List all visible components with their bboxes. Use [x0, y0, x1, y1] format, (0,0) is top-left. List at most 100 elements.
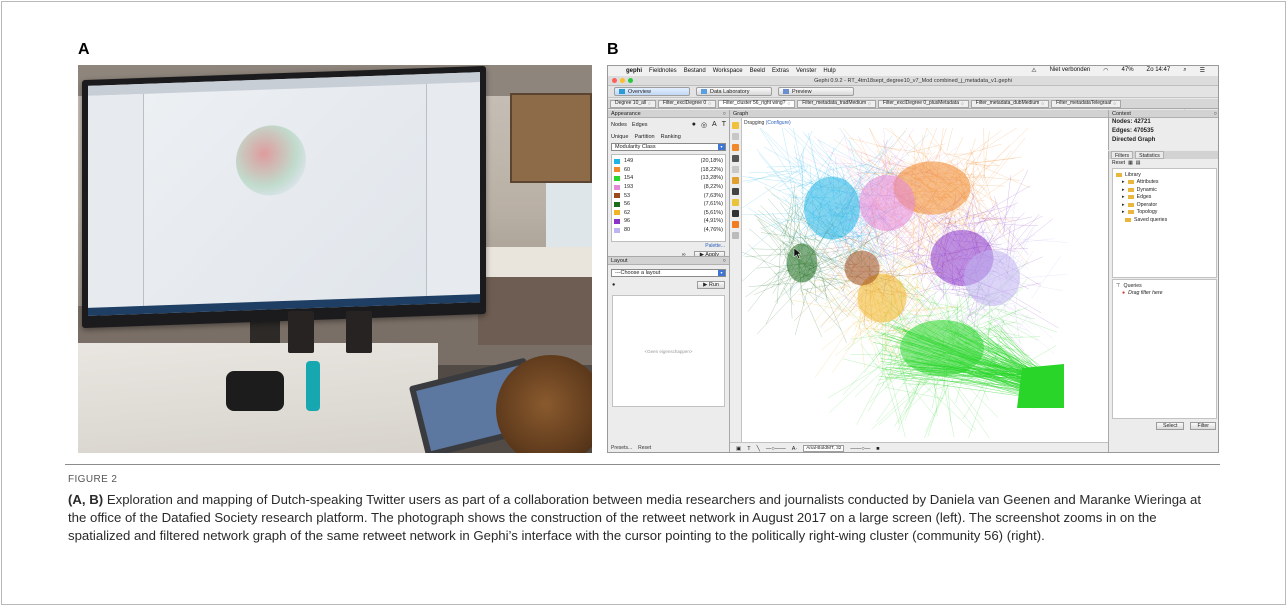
partition-swatch[interactable]: [614, 210, 620, 216]
tab-edges[interactable]: Edges: [632, 122, 648, 128]
color-palette-icon[interactable]: ●: [692, 121, 696, 129]
library-root[interactable]: Library: [1116, 171, 1213, 179]
workspace-tab[interactable]: Filter_metadata_dubMedium ○: [970, 99, 1050, 108]
text-label-icon[interactable]: T: [747, 446, 750, 452]
chevron-right-icon[interactable]: ▸: [1122, 202, 1125, 208]
size-icon[interactable]: ◎: [701, 121, 707, 129]
connection-status[interactable]: Niet verbonden: [1050, 67, 1091, 74]
chevron-right-icon[interactable]: ▸: [1122, 209, 1125, 215]
network-cluster-53[interactable]: [844, 250, 880, 286]
brush-tool-icon[interactable]: [732, 155, 739, 162]
library-category[interactable]: ▸ Operator: [1116, 201, 1213, 209]
font-field[interactable]: Arial-BoldMT, 32: [803, 445, 845, 452]
edge-weight-icon[interactable]: ╲: [757, 446, 760, 452]
menu-beeld[interactable]: Beeld: [750, 68, 765, 74]
drag-tool-icon[interactable]: [732, 144, 739, 151]
partition-swatch[interactable]: [614, 175, 620, 181]
partition-swatch[interactable]: [614, 184, 620, 190]
partition-swatch[interactable]: [614, 201, 620, 207]
partition-row[interactable]: 60 (18,22%): [614, 166, 723, 175]
screenshot-icon[interactable]: ▣: [736, 446, 741, 452]
close-tab-icon[interactable]: ○: [868, 100, 871, 107]
network-graph[interactable]: [742, 128, 1108, 438]
partition-row[interactable]: 80 (4,76%): [614, 226, 723, 235]
menu-bestand[interactable]: Bestand: [684, 68, 706, 74]
search-icon[interactable]: ⌕: [1183, 67, 1186, 74]
workspace-tab-active[interactable]: Filter_cluster 56_right wing? ○: [717, 99, 796, 108]
wifi-icon[interactable]: ◠: [1103, 67, 1108, 74]
network-cluster-193[interactable]: [859, 175, 915, 231]
network-cluster-80[interactable]: [964, 250, 1020, 306]
partition-swatch[interactable]: [614, 218, 620, 224]
chevron-right-icon[interactable]: ▸: [1122, 179, 1125, 185]
painter-tool-icon[interactable]: [732, 177, 739, 184]
layout-reset-button[interactable]: Reset: [638, 445, 651, 451]
partition-row[interactable]: 56 (7,61%): [614, 200, 723, 209]
partition-swatch[interactable]: [614, 193, 620, 199]
chevron-right-icon[interactable]: ▸: [1122, 187, 1125, 193]
font-size-icon[interactable]: A·: [792, 446, 798, 452]
size-tool-icon[interactable]: [732, 166, 739, 173]
close-tab-icon[interactable]: ○: [648, 100, 651, 107]
label-size-slider-icon[interactable]: ——○—: [850, 446, 870, 452]
library-category[interactable]: ▸ Dynamic: [1116, 186, 1213, 194]
chevron-right-icon[interactable]: ▸: [1122, 194, 1125, 200]
library-category[interactable]: ▸ Topology: [1116, 209, 1213, 217]
minimize-window-icon[interactable]: [620, 78, 625, 83]
tab-unique[interactable]: Unique: [611, 134, 628, 140]
partition-row[interactable]: 154 (13,28%): [614, 174, 723, 183]
partition-row[interactable]: 62 (5,61%): [614, 209, 723, 218]
network-cluster-154[interactable]: [900, 320, 984, 376]
menu-app-name[interactable]: gephi: [626, 68, 642, 74]
menu-hulp[interactable]: Hulp: [823, 68, 835, 74]
tab-statistics[interactable]: Statistics: [1135, 151, 1164, 159]
partition-swatch[interactable]: [614, 158, 620, 164]
partition-swatch[interactable]: [614, 227, 620, 233]
tab-nodes[interactable]: Nodes: [611, 122, 627, 128]
menu-workspace[interactable]: Workspace: [713, 68, 743, 74]
menu-list-icon[interactable]: ☰: [1200, 67, 1205, 74]
grid-icon[interactable]: ▤: [1136, 160, 1141, 166]
overview-mode-button[interactable]: Overview: [614, 87, 690, 96]
partition-row[interactable]: 96 (4,91%): [614, 217, 723, 226]
partition-attribute-select[interactable]: Modularity Class ▾: [611, 143, 726, 151]
run-button[interactable]: ▶ Run: [697, 281, 725, 289]
close-tab-icon[interactable]: ○: [1041, 100, 1044, 107]
filters-reset-button[interactable]: Reset: [1112, 160, 1125, 166]
presets-button[interactable]: Presets...: [611, 445, 632, 451]
export-icon[interactable]: ▦: [1128, 160, 1133, 166]
workspace-tab[interactable]: Filter_exclDegree 0 ○: [657, 99, 716, 108]
workspace-tab[interactable]: Degree 10_all ○: [610, 99, 656, 108]
label-size-icon[interactable]: T: [722, 121, 726, 129]
queries-root[interactable]: ⊤ Queries: [1116, 282, 1213, 290]
background-color-icon[interactable]: ■: [876, 446, 879, 452]
filter-button[interactable]: Filter: [1190, 422, 1216, 430]
menu-extras[interactable]: Extras: [772, 68, 789, 74]
network-cluster-149[interactable]: [804, 176, 860, 240]
library-category[interactable]: ▸ Attributes: [1116, 179, 1213, 187]
partition-row[interactable]: 149 (20,18%): [614, 157, 723, 166]
tab-filters[interactable]: Filters: [1111, 151, 1134, 159]
network-cluster-56[interactable]: [786, 243, 818, 283]
slider-icon[interactable]: —○——: [766, 446, 786, 452]
heatmap-tool-icon[interactable]: [732, 221, 739, 228]
warning-icon[interactable]: ⚠: [1031, 67, 1036, 74]
configure-link[interactable]: (Configure): [766, 120, 791, 126]
close-tab-icon[interactable]: ○: [1113, 100, 1116, 107]
close-window-icon[interactable]: [612, 78, 617, 83]
pointer-tool-icon[interactable]: [732, 122, 739, 129]
library-category[interactable]: ▸ Edges: [1116, 194, 1213, 202]
battery-level[interactable]: 47%: [1122, 67, 1134, 74]
tab-partition[interactable]: Partition: [634, 134, 654, 140]
library-category[interactable]: Saved queries: [1116, 216, 1213, 224]
panel-close-icon[interactable]: ○: [1214, 110, 1217, 117]
close-tab-icon[interactable]: ○: [961, 100, 964, 107]
close-tab-icon[interactable]: ○: [708, 100, 711, 107]
partition-swatch[interactable]: [614, 167, 620, 173]
workspace-tab[interactable]: Filter_exclDegree 0_plusMetadata ○: [877, 99, 969, 108]
partition-row[interactable]: 53 (7,63%): [614, 191, 723, 200]
workspace-tab[interactable]: Filter_metadata_tradMedium ○: [797, 99, 876, 108]
close-tab-icon[interactable]: ○: [787, 100, 790, 107]
shortest-path-icon[interactable]: [732, 210, 739, 217]
rectangle-select-icon[interactable]: [732, 133, 739, 140]
